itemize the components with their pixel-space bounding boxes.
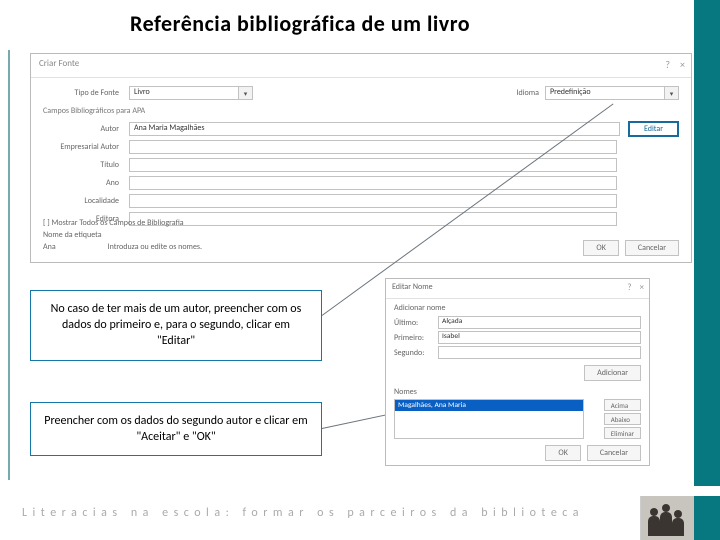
empresarial-input[interactable]: [129, 140, 617, 154]
tipo-fonte-label: Tipo de Fonte: [43, 88, 129, 98]
list-item[interactable]: Magalhães, Ana Maria: [395, 400, 583, 411]
callout-2: Preencher com os dados do segundo autor …: [30, 402, 322, 456]
empresarial-label: Empresarial Autor: [43, 142, 129, 152]
localidade-input[interactable]: [129, 194, 617, 208]
primeiro-label: Primeiro:: [394, 333, 438, 343]
close-icon[interactable]: ×: [680, 58, 685, 71]
titulo-input[interactable]: [129, 158, 617, 172]
cancelar-button[interactable]: Cancelar: [587, 445, 641, 461]
help-icon[interactable]: ?: [627, 282, 631, 293]
ano-input[interactable]: [129, 176, 617, 190]
page-title: Referência bibliográfica de um livro: [130, 10, 470, 37]
titulo-label: Título: [43, 160, 129, 170]
callout-1: No caso de ter mais de um autor, preench…: [30, 290, 322, 361]
ano-label: Ano: [43, 178, 129, 188]
segundo-input[interactable]: [438, 346, 641, 359]
dialog-editar-nome: Editar Nome ? × Adicionar nome Último: A…: [385, 278, 650, 466]
dialog2-title: Editar Nome: [392, 282, 433, 292]
idioma-label: Idioma: [499, 88, 545, 98]
idioma-select[interactable]: Predefinição ▾: [545, 86, 679, 100]
acima-button[interactable]: Acima: [604, 399, 641, 411]
dialog1-title: Criar Fonte: [39, 58, 79, 69]
autor-input[interactable]: Ana Maria Magalhães: [129, 122, 620, 136]
localidade-label: Localidade: [43, 196, 129, 206]
nomes-listbox[interactable]: Magalhães, Ana Maria: [394, 399, 584, 439]
cancelar-button[interactable]: Cancelar: [625, 240, 679, 256]
people-silhouette-icon: [646, 502, 690, 536]
mostrar-todos-checkbox[interactable]: [ ] Mostrar Todos os Campos de Bibliogra…: [43, 218, 202, 228]
editar-button[interactable]: Editar: [628, 121, 679, 137]
adicionar-button[interactable]: Adicionar: [584, 365, 641, 381]
tipo-fonte-value: Livro: [129, 86, 239, 100]
tipo-fonte-select[interactable]: Livro ▾: [129, 86, 253, 100]
dialog-criar-fonte: Criar Fonte ? × Tipo de Fonte Livro ▾ Id…: [30, 53, 692, 263]
nome-etiqueta-label: Nome da etiqueta: [43, 230, 102, 240]
nomes-label: Nomes: [394, 387, 417, 397]
help-icon[interactable]: ?: [665, 58, 670, 71]
ok-button[interactable]: OK: [583, 240, 618, 256]
segundo-label: Segundo:: [394, 348, 438, 358]
leader-line: [322, 413, 391, 429]
footer-text: Literacias na escola: formar os parceiro…: [22, 506, 590, 520]
footer-band: Literacias na escola: formar os parceiro…: [0, 486, 720, 540]
nome-etiqueta-hint: Introduza ou edite os nomes.: [108, 242, 203, 252]
adicionar-nome-label: Adicionar nome: [386, 299, 649, 315]
idioma-value: Predefinição: [545, 86, 665, 100]
ultimo-label: Último:: [394, 318, 438, 328]
nome-etiqueta-input[interactable]: Ana: [43, 242, 97, 252]
footer-teal: [694, 496, 720, 540]
right-stripe: [694, 0, 720, 540]
close-icon[interactable]: ×: [640, 282, 644, 293]
ok-button[interactable]: OK: [545, 445, 580, 461]
primeiro-input[interactable]: Isabel: [438, 331, 641, 344]
chevron-down-icon: ▾: [239, 86, 253, 100]
abaixo-button[interactable]: Abaixo: [604, 413, 641, 425]
eliminar-button[interactable]: Eliminar: [604, 427, 641, 439]
left-rail: [8, 50, 12, 480]
autor-label: Autor: [43, 124, 129, 134]
ultimo-input[interactable]: Alçada: [438, 316, 641, 329]
chevron-down-icon: ▾: [665, 86, 679, 100]
